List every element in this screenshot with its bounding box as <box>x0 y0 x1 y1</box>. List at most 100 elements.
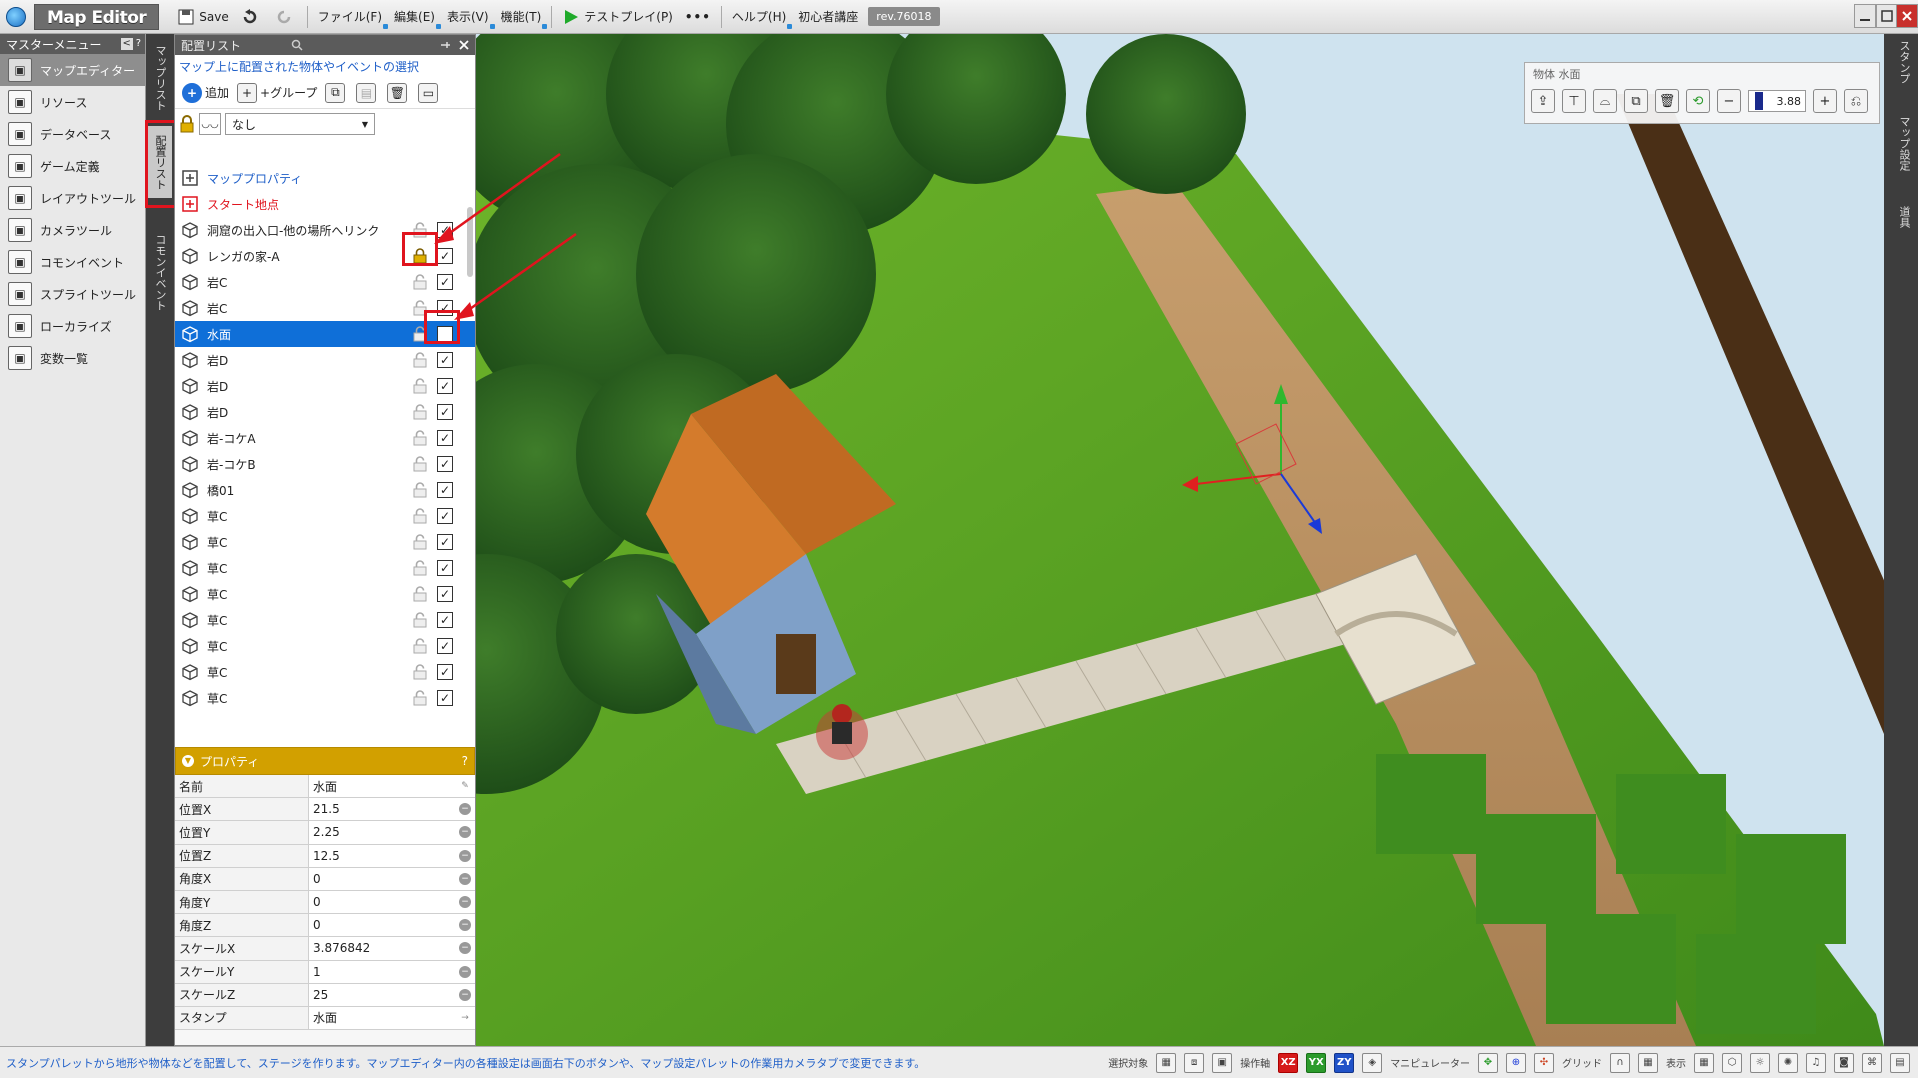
duplicate-button[interactable]: ⧉ <box>1624 89 1648 113</box>
list-item[interactable]: 草C ✓ <box>175 529 475 555</box>
axis-yx-button[interactable]: YX <box>1306 1052 1327 1073</box>
display-misc-button[interactable]: ▤ <box>1890 1052 1910 1073</box>
reset-value-icon[interactable]: − <box>459 803 471 816</box>
property-value[interactable]: 水面 ✎ <box>309 775 475 798</box>
close-panel-icon[interactable] <box>459 40 469 50</box>
display-grid-button[interactable]: ▦ <box>1694 1052 1714 1073</box>
lock-open-icon[interactable] <box>413 612 427 628</box>
axis-zy-button[interactable]: ZY <box>1334 1052 1355 1073</box>
lock-open-icon[interactable] <box>413 508 427 524</box>
eye-filter-icon[interactable]: ◡◡ <box>199 113 221 135</box>
list-item[interactable]: 岩-コケB ✓ <box>175 451 475 477</box>
pin-icon[interactable] <box>439 39 451 51</box>
list-item[interactable]: 草C ✓ <box>175 607 475 633</box>
copy-button[interactable]: ⧉ <box>322 81 351 105</box>
visibility-checkbox[interactable]: ✓ <box>437 378 453 394</box>
tab-stamp[interactable]: スタンプ <box>1890 40 1912 100</box>
master-menu-item[interactable]: ▣ 変数一覧 <box>0 342 145 374</box>
master-menu-item[interactable]: ▣ カメラツール <box>0 214 145 246</box>
reset-value-icon[interactable]: − <box>459 849 471 862</box>
redo-button[interactable] <box>269 4 303 30</box>
scale-mode-button[interactable]: ✣ <box>1534 1052 1554 1073</box>
more-button[interactable]: ••• <box>679 4 717 30</box>
undo-button[interactable] <box>235 4 269 30</box>
display-effect-button[interactable]: ✺ <box>1778 1052 1798 1073</box>
edit-icon[interactable]: ✎ <box>459 780 471 792</box>
master-menu-item[interactable]: ▣ レイアウトツール <box>0 182 145 214</box>
close-button[interactable] <box>1896 4 1918 28</box>
reset-value-icon[interactable]: − <box>459 896 471 909</box>
list-item[interactable]: 草C ✓ <box>175 633 475 659</box>
minimize-button[interactable] <box>1854 4 1876 28</box>
lock-open-icon[interactable] <box>413 482 427 498</box>
folder-button[interactable]: ▭ <box>415 81 444 105</box>
lock-open-icon[interactable] <box>413 352 427 368</box>
list-item[interactable]: 草C ✓ <box>175 685 475 711</box>
master-menu-item[interactable]: ▣ ローカライズ <box>0 310 145 342</box>
property-value[interactable]: 25 − <box>309 983 475 1006</box>
search-icon[interactable] <box>291 39 303 51</box>
filter-select[interactable]: なし ▼ <box>225 113 375 135</box>
lock-open-icon[interactable] <box>413 560 427 576</box>
reset-value-icon[interactable]: − <box>459 965 471 978</box>
master-menu-item[interactable]: ▣ マップエディター <box>0 54 145 86</box>
collapse-icon[interactable]: < <box>120 38 133 50</box>
property-value[interactable]: 12.5 − <box>309 844 475 867</box>
visibility-checkbox[interactable]: ✓ <box>437 352 453 368</box>
menu-function[interactable]: 機能(T) <box>495 4 548 30</box>
axis-xz-button[interactable]: XZ <box>1278 1052 1299 1073</box>
visibility-checkbox[interactable]: ✓ <box>437 508 453 524</box>
tab-tool[interactable]: 道具 <box>1890 206 1912 246</box>
visibility-checkbox[interactable]: ✓ <box>437 430 453 446</box>
master-menu-item[interactable]: ▣ コモンイベント <box>0 246 145 278</box>
lock-open-icon[interactable] <box>413 586 427 602</box>
snap-button[interactable]: ⊤ <box>1562 89 1586 113</box>
lock-open-icon[interactable] <box>413 430 427 446</box>
property-value[interactable]: 1− <box>309 960 475 983</box>
arrow-right-icon[interactable]: → <box>459 1012 471 1024</box>
list-item[interactable]: 草C ✓ <box>175 555 475 581</box>
list-item[interactable]: 岩D ✓ <box>175 373 475 399</box>
select-terrain-button[interactable]: ▣ <box>1212 1052 1233 1073</box>
master-menu-item[interactable]: ▣ リソース <box>0 86 145 118</box>
lock-open-icon[interactable] <box>413 534 427 550</box>
visibility-checkbox[interactable]: ✓ <box>437 612 453 628</box>
visibility-checkbox[interactable]: ✓ <box>437 638 453 654</box>
display-cube-button[interactable]: ⬡ <box>1722 1052 1742 1073</box>
testplay-button[interactable]: テストプレイ(P) <box>556 4 679 30</box>
grid-snap-button[interactable]: ∩ <box>1610 1052 1630 1073</box>
visibility-checkbox[interactable]: ✓ <box>437 534 453 550</box>
property-value[interactable]: 2.25 − <box>309 821 475 844</box>
scene-canvas[interactable] <box>476 34 1884 1046</box>
visibility-checkbox[interactable]: ✓ <box>437 404 453 420</box>
tab-common-event[interactable]: コモンイベント <box>148 224 172 320</box>
add-group-button[interactable]: + +グループ <box>234 81 320 105</box>
master-menu-item[interactable]: ▣ データベース <box>0 118 145 150</box>
zoom-out-button[interactable]: − <box>1717 89 1741 113</box>
map-viewport[interactable] <box>476 34 1884 1046</box>
grid-toggle-button[interactable]: ▦ <box>1638 1052 1658 1073</box>
tab-map-list[interactable]: マップリスト <box>148 36 172 120</box>
rotate-mode-button[interactable]: ⊕ <box>1506 1052 1526 1073</box>
reset-value-icon[interactable]: − <box>459 919 471 932</box>
save-button[interactable]: Save <box>171 4 234 30</box>
menu-view[interactable]: 表示(V) <box>441 4 495 30</box>
display-light-button[interactable]: ☼ <box>1750 1052 1770 1073</box>
reset-value-icon[interactable]: − <box>459 872 471 885</box>
property-value[interactable]: 0− <box>309 867 475 890</box>
lock-filter-icon[interactable] <box>179 115 195 133</box>
properties-help-icon[interactable]: ? <box>462 754 468 768</box>
visibility-checkbox[interactable]: ✓ <box>437 664 453 680</box>
master-menu-item[interactable]: ▣ スプライトツール <box>0 278 145 310</box>
menu-edit[interactable]: 編集(E) <box>388 4 441 30</box>
property-value[interactable]: 水面 → <box>309 1006 475 1030</box>
visibility-checkbox[interactable]: ✓ <box>437 560 453 576</box>
maximize-button[interactable] <box>1876 4 1898 28</box>
property-value[interactable]: 21.5 − <box>309 798 475 821</box>
move-mode-button[interactable]: ✥ <box>1478 1052 1498 1073</box>
delete-object-button[interactable]: 🗑 <box>1655 89 1679 113</box>
list-item[interactable]: 橋01 ✓ <box>175 477 475 503</box>
list-item[interactable]: 岩-コケA ✓ <box>175 425 475 451</box>
lock-open-icon[interactable] <box>413 664 427 680</box>
list-item[interactable]: 草C ✓ <box>175 659 475 685</box>
